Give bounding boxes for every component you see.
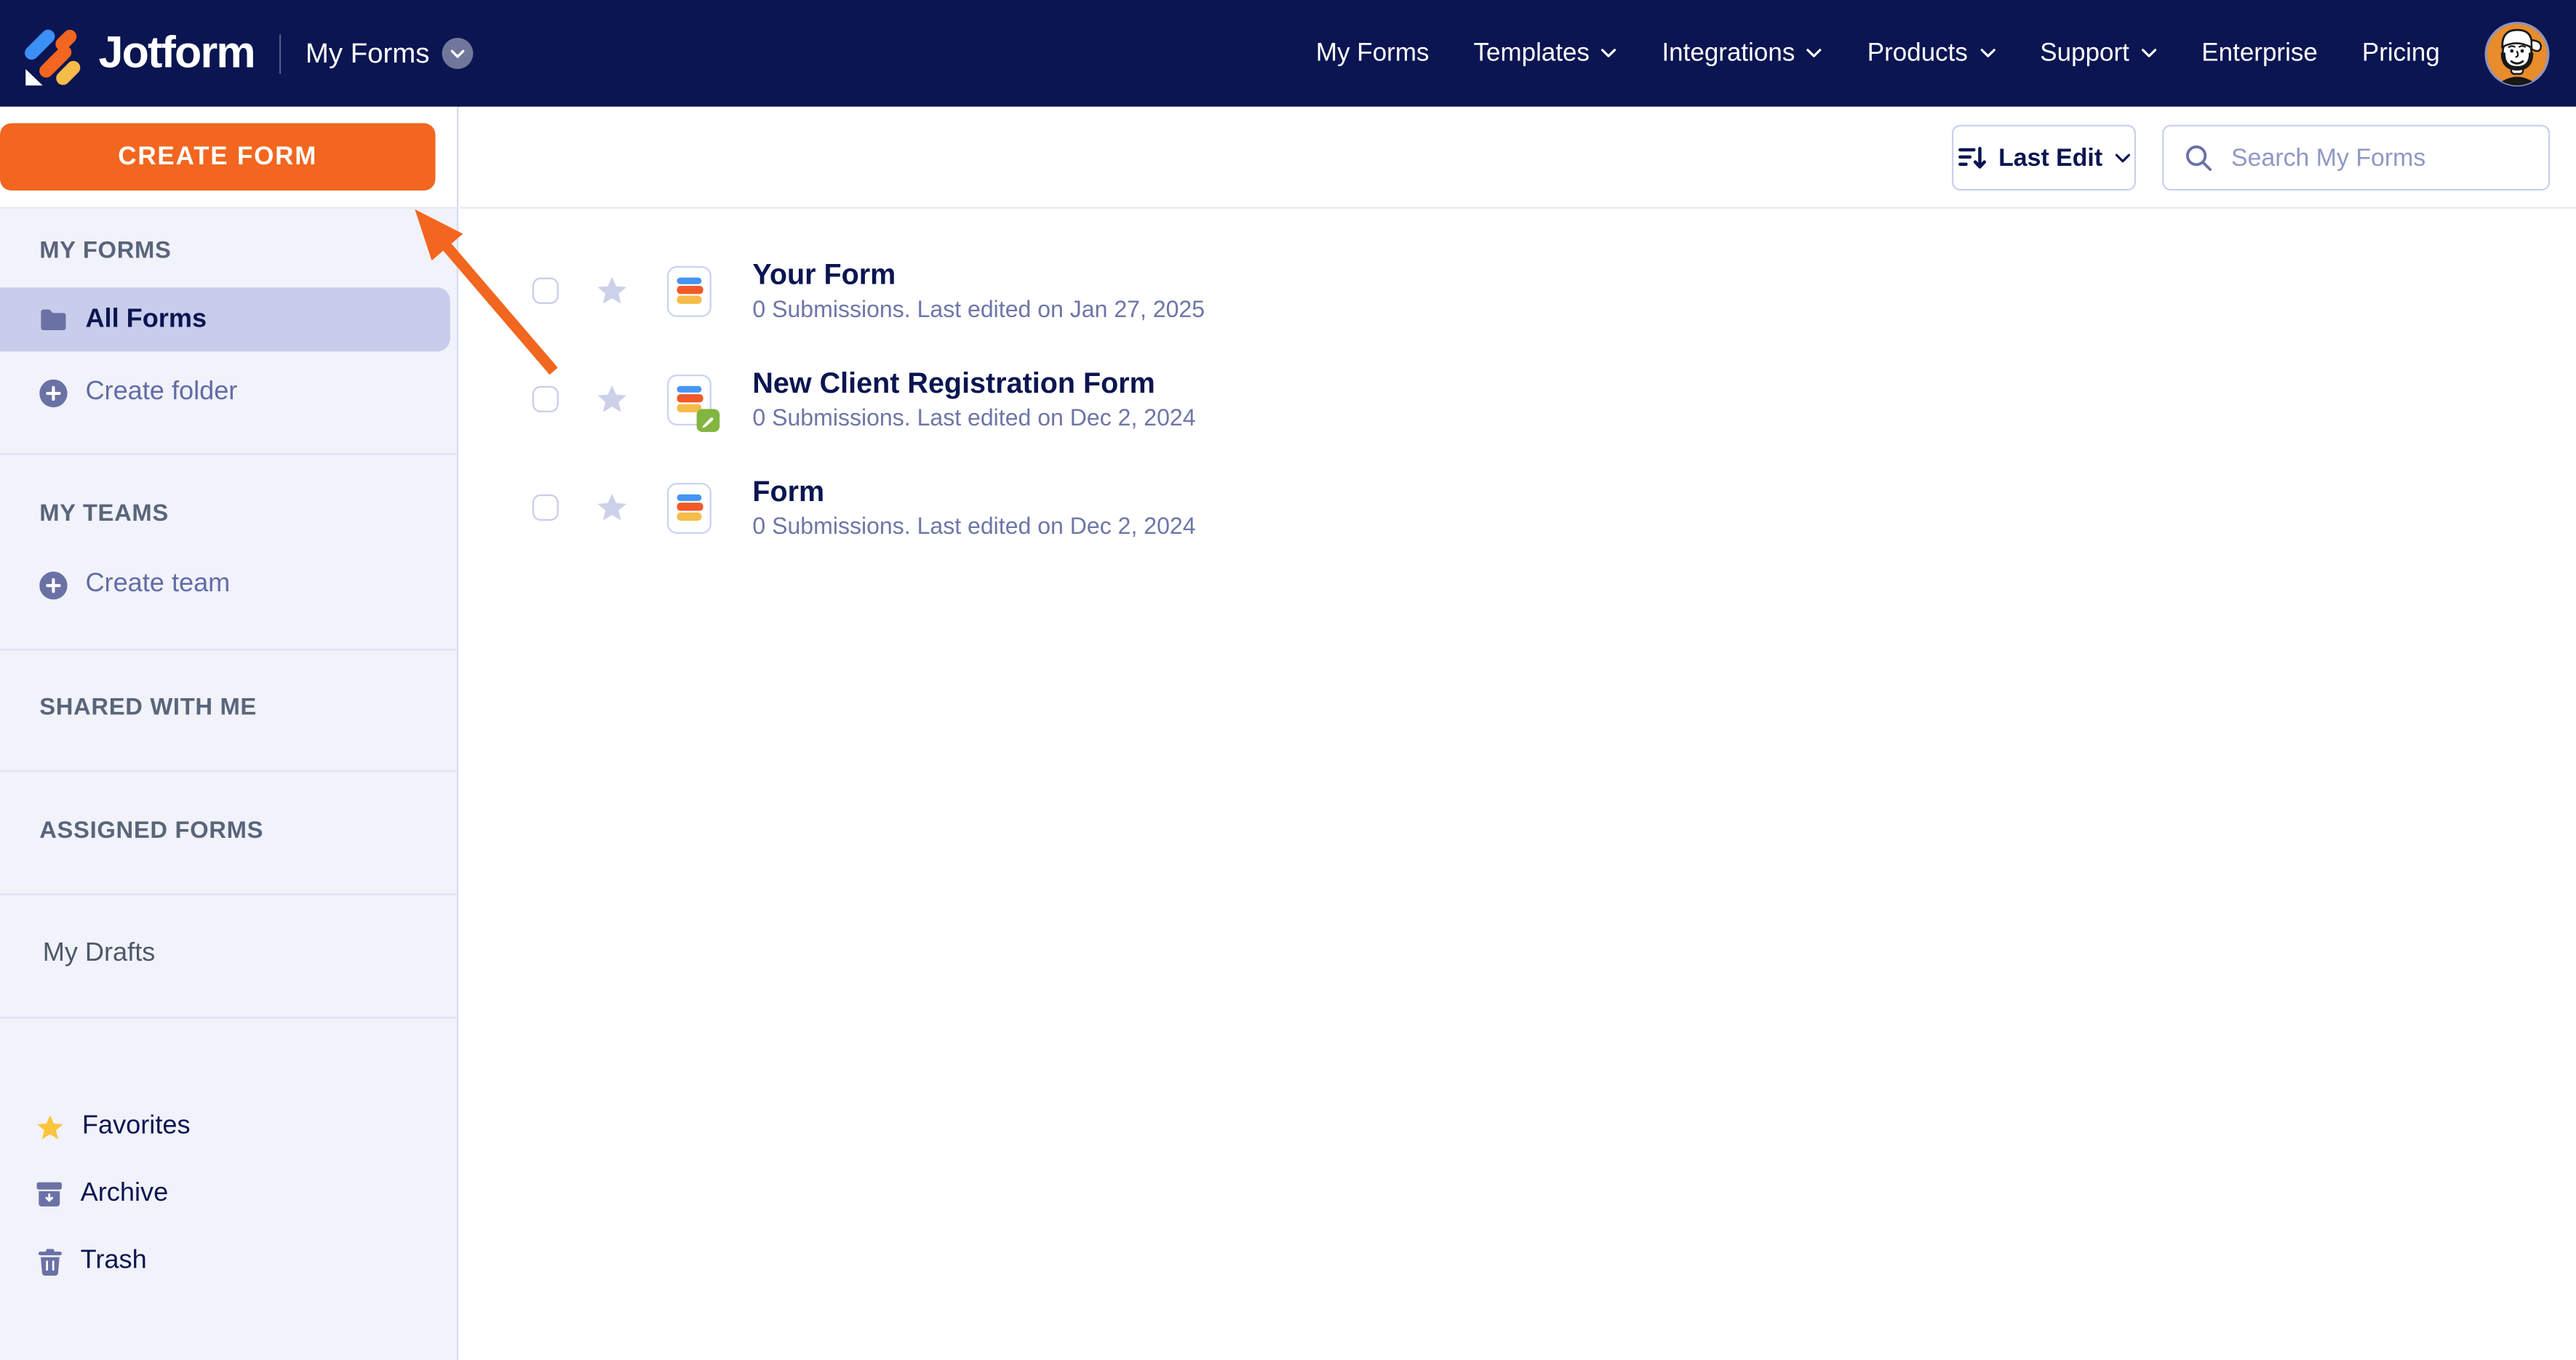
sidebar-item-my-drafts[interactable]: My Drafts bbox=[43, 940, 156, 969]
form-thumbnail-icon bbox=[667, 482, 711, 533]
shared-with-me-section-header[interactable]: SHARED WITH ME bbox=[39, 695, 257, 721]
sidebar-top-band: CREATE FORM bbox=[0, 107, 457, 209]
form-meta: 0 Submissions. Last edited on Dec 2, 202… bbox=[752, 514, 1195, 540]
form-meta: 0 Submissions. Last edited on Jan 27, 20… bbox=[752, 297, 1205, 324]
search-icon bbox=[2184, 143, 2214, 172]
sidebar-item-label: Archive bbox=[81, 1180, 169, 1209]
sidebar-item-favorites[interactable]: Favorites bbox=[36, 1112, 191, 1142]
nav-link[interactable]: Pricing bbox=[2362, 39, 2440, 68]
main-content: Last Edit bbox=[460, 107, 2576, 1360]
row-checkbox[interactable] bbox=[533, 495, 559, 521]
jotform-logo-icon bbox=[21, 22, 84, 84]
sidebar-divider bbox=[0, 1017, 457, 1018]
chevron-down-icon bbox=[443, 38, 474, 69]
top-navbar: Jotform My Forms My Forms Templates bbox=[0, 0, 2576, 107]
brand[interactable]: Jotform bbox=[21, 22, 254, 84]
nav-link[interactable]: Integrations bbox=[1662, 39, 1822, 68]
sort-label: Last Edit bbox=[1998, 144, 2102, 172]
my-teams-section-header: MY TEAMS bbox=[39, 501, 169, 527]
search-box bbox=[2162, 125, 2550, 191]
form-row[interactable]: Your Form 0 Submissions. Last edited on … bbox=[460, 236, 2576, 345]
nav-link[interactable]: Support bbox=[2040, 39, 2157, 68]
form-row[interactable]: New Client Registration Form 0 Submissio… bbox=[460, 345, 2576, 453]
sidebar: CREATE FORM MY FORMS All Forms Create fo… bbox=[0, 107, 458, 1360]
sort-descending-icon bbox=[1958, 144, 1987, 172]
form-row[interactable]: Form 0 Submissions. Last edited on Dec 2… bbox=[460, 453, 2576, 561]
form-list: Your Form 0 Submissions. Last edited on … bbox=[460, 209, 2576, 562]
form-row-text: Form 0 Submissions. Last edited on Dec 2… bbox=[752, 475, 1195, 541]
sidebar-body: MY FORMS All Forms Create folder MY TEAM… bbox=[0, 209, 457, 1360]
sidebar-item-label: Create team bbox=[85, 570, 230, 600]
edit-pen-badge-icon bbox=[697, 408, 720, 431]
form-row-text: Your Form 0 Submissions. Last edited on … bbox=[752, 257, 1205, 324]
sidebar-item-label: All Forms bbox=[85, 305, 207, 335]
user-avatar[interactable] bbox=[2484, 20, 2550, 86]
sidebar-item-create-folder[interactable]: Create folder bbox=[39, 377, 237, 407]
chevron-down-icon bbox=[1979, 47, 1996, 59]
chevron-down-icon bbox=[2114, 152, 2131, 164]
star-icon bbox=[36, 1113, 64, 1140]
form-title[interactable]: New Client Registration Form bbox=[752, 367, 1195, 399]
sidebar-item-label: Create folder bbox=[85, 377, 237, 407]
chevron-down-icon bbox=[2141, 47, 2158, 59]
form-row-text: New Client Registration Form 0 Submissio… bbox=[752, 367, 1195, 433]
favorite-star-icon[interactable] bbox=[597, 384, 628, 414]
nav-link[interactable]: Products bbox=[1867, 39, 1996, 68]
nav-link[interactable]: Templates bbox=[1473, 39, 1617, 68]
workspace-label: My Forms bbox=[306, 37, 430, 70]
form-meta: 0 Submissions. Last edited on Dec 2, 202… bbox=[752, 406, 1195, 432]
sort-dropdown[interactable]: Last Edit bbox=[1952, 125, 2136, 191]
form-title[interactable]: Form bbox=[752, 475, 1195, 508]
sidebar-item-label: Favorites bbox=[82, 1112, 191, 1142]
form-thumbnail-icon bbox=[667, 265, 711, 316]
row-checkbox[interactable] bbox=[533, 386, 559, 412]
chevron-down-icon bbox=[1601, 47, 1618, 59]
sidebar-divider bbox=[0, 453, 457, 455]
sidebar-divider bbox=[0, 649, 457, 650]
form-title[interactable]: Your Form bbox=[752, 257, 1205, 290]
favorite-star-icon[interactable] bbox=[597, 493, 628, 523]
sidebar-item-create-team[interactable]: Create team bbox=[39, 570, 230, 600]
nav-link-label: My Forms bbox=[1316, 39, 1429, 68]
create-form-button[interactable]: CREATE FORM bbox=[0, 123, 436, 191]
workspace-switcher[interactable]: My Forms bbox=[306, 37, 474, 70]
nav-link-label: Templates bbox=[1473, 39, 1590, 68]
nav-link-label: Products bbox=[1867, 39, 1968, 68]
chevron-down-icon bbox=[1806, 47, 1823, 59]
nav-link-label: Integrations bbox=[1662, 39, 1795, 68]
sidebar-item-trash[interactable]: Trash bbox=[38, 1247, 147, 1276]
form-thumbnail-icon bbox=[667, 374, 711, 425]
sidebar-item-label: My Drafts bbox=[43, 940, 156, 969]
nav-link-label: Pricing bbox=[2362, 39, 2440, 68]
trash-icon bbox=[38, 1247, 63, 1275]
favorite-star-icon[interactable] bbox=[597, 276, 628, 305]
nav-link[interactable]: My Forms bbox=[1316, 39, 1429, 68]
sidebar-item-archive[interactable]: Archive bbox=[36, 1180, 168, 1209]
plus-circle-icon bbox=[39, 571, 67, 599]
assigned-forms-section-header[interactable]: ASSIGNED FORMS bbox=[39, 818, 263, 844]
nav-link-label: Enterprise bbox=[2201, 39, 2318, 68]
brand-wordmark: Jotform bbox=[99, 28, 255, 79]
search-input[interactable] bbox=[2228, 142, 2529, 173]
sidebar-item-all-forms[interactable]: All Forms bbox=[0, 287, 450, 351]
nav-link-label: Support bbox=[2040, 39, 2129, 68]
jotform-my-forms-page: Jotform My Forms My Forms Templates bbox=[0, 0, 2576, 1360]
folder-icon bbox=[39, 307, 67, 332]
sidebar-item-label: Trash bbox=[81, 1247, 147, 1276]
sidebar-divider bbox=[0, 894, 457, 895]
navbar-divider bbox=[279, 33, 281, 73]
nav-link[interactable]: Enterprise bbox=[2201, 39, 2318, 68]
list-toolbar: Last Edit bbox=[460, 107, 2576, 209]
row-checkbox[interactable] bbox=[533, 278, 559, 304]
my-forms-section-header: MY FORMS bbox=[39, 238, 171, 264]
archive-icon bbox=[36, 1181, 63, 1207]
sidebar-divider bbox=[0, 770, 457, 772]
main-navigation: My Forms Templates Integrations bbox=[1316, 20, 2550, 86]
plus-circle-icon bbox=[39, 379, 67, 407]
